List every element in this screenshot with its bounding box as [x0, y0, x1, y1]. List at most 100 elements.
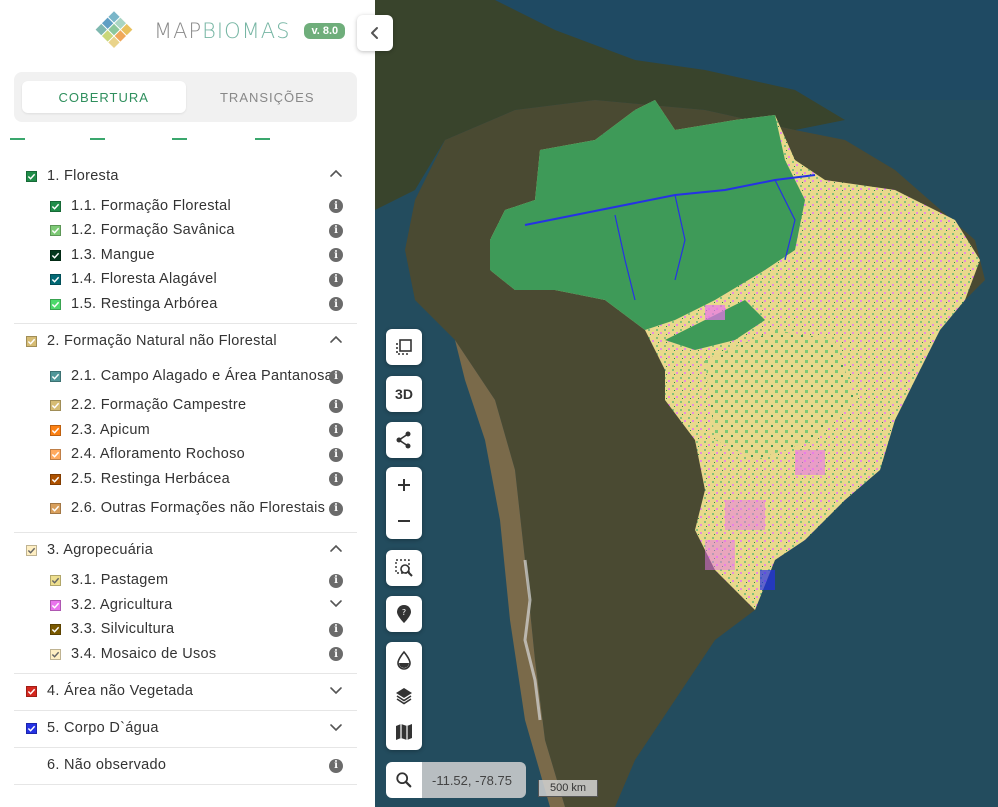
legend-item[interactable]: 3.4. Mosaico de Usos i [14, 642, 357, 667]
chevron-up-icon[interactable] [329, 167, 343, 185]
tab-transicoes[interactable]: TRANSIÇÕES [186, 81, 350, 113]
legend-item[interactable]: 3.1. Pastagem i [14, 569, 357, 594]
info-icon[interactable]: i [329, 573, 343, 588]
legend-group: 6. Não observado i [14, 748, 357, 785]
legend-group-header[interactable]: 4. Área não Vegetada [14, 674, 357, 710]
version-badge: v. 8.0 [304, 23, 346, 39]
info-icon[interactable]: i [329, 447, 343, 462]
legend-item-label: 1.3. Mangue [71, 246, 155, 263]
legend-group-label: 4. Área não Vegetada [47, 683, 194, 699]
legend-checkbox[interactable] [26, 723, 37, 734]
share-button[interactable] [386, 422, 422, 458]
info-icon[interactable]: i [329, 622, 343, 637]
legend-checkbox[interactable] [50, 599, 61, 611]
legend-checkbox[interactable] [50, 648, 61, 660]
info-icon[interactable]: i [329, 223, 343, 238]
info-icon[interactable]: i [329, 758, 343, 773]
legend-checkbox[interactable] [26, 170, 37, 182]
info-icon[interactable]: i [329, 398, 343, 413]
legend-item[interactable]: 1.2. Formação Savânica i [14, 219, 357, 244]
legend-group-header[interactable]: 3. Agropecuária [14, 533, 357, 569]
legend-item[interactable]: 3.3. Silvicultura i [14, 618, 357, 643]
legend-checkbox[interactable] [50, 575, 61, 587]
legend-group-header[interactable]: 6. Não observado i [14, 748, 357, 784]
water-drop-icon [397, 650, 411, 670]
legend-item-label: 2.3. Apicum [71, 421, 151, 438]
layers-button[interactable] [386, 678, 422, 714]
info-icon[interactable]: i [329, 472, 343, 487]
legend-group-header[interactable]: 5. Corpo D`água [14, 711, 357, 747]
legend-item[interactable]: 1.5. Restinga Arbórea i [14, 292, 357, 317]
legend-item-label: 2.1. Campo Alagado e Área Pantanosa [71, 368, 334, 384]
zoom-out-button[interactable] [386, 503, 422, 539]
info-icon[interactable]: i [329, 423, 343, 438]
legend-item-label: 3.1. Pastagem [71, 572, 169, 589]
legend-item[interactable]: 2.3. Apicum i [14, 418, 357, 443]
info-icon[interactable]: i [329, 272, 343, 287]
legend-checkbox[interactable] [50, 449, 61, 461]
legend-checkbox[interactable] [50, 249, 61, 261]
search-coordinates-button[interactable] [386, 762, 422, 798]
legend-checkbox[interactable] [26, 686, 37, 697]
legend-item[interactable]: 1.3. Mangue i [14, 243, 357, 268]
layer-controls [386, 642, 422, 750]
legend-group-header[interactable]: 2. Formação Natural não Florestal [14, 324, 357, 360]
legend-group-label: 5. Corpo D`água [47, 720, 159, 736]
legend-checkbox[interactable] [50, 371, 61, 382]
legend-checkbox[interactable] [26, 336, 37, 347]
legend-item-label: 2.2. Formação Campestre [71, 397, 247, 414]
legend-item-label: 1.1. Formação Florestal [71, 197, 232, 214]
legend-item-label: 3.3. Silvicultura [71, 621, 175, 638]
legend-checkbox[interactable] [50, 200, 61, 212]
info-icon[interactable]: i [329, 501, 343, 516]
info-icon[interactable]: i [329, 647, 343, 662]
legend-checkbox[interactable] [50, 503, 61, 514]
legend-item[interactable]: 1.4. Floresta Alagável i [14, 268, 357, 293]
base-map-button[interactable] [386, 714, 422, 750]
opacity-button[interactable] [386, 642, 422, 678]
legend-checkbox[interactable] [50, 473, 61, 485]
legend-item[interactable]: 2.2. Formação Campestre i [14, 394, 357, 419]
chevron-down-icon[interactable] [329, 596, 343, 614]
legend-checkbox[interactable] [50, 624, 61, 636]
legend-list: 1. Floresta 1.1. Formação Florestal i 1.2. … [14, 158, 357, 785]
legend-checkbox[interactable] [50, 225, 61, 237]
indicator-dash [90, 138, 105, 140]
selection-tool-button[interactable] [386, 329, 422, 365]
chevron-down-icon[interactable] [329, 683, 343, 701]
chevron-up-icon[interactable] [329, 333, 343, 351]
legend-checkbox[interactable] [50, 298, 61, 310]
legend-checkbox[interactable] [26, 760, 37, 771]
legend-group-label: 1. Floresta [47, 167, 119, 184]
3d-view-button[interactable]: 3D [386, 376, 422, 412]
legend-checkbox[interactable] [50, 424, 61, 436]
zoom-to-area-button[interactable] [386, 550, 422, 586]
legend-item[interactable]: 3.2. Agricultura [14, 593, 357, 618]
legend-item[interactable]: 2.4. Afloramento Rochoso i [14, 443, 357, 468]
info-icon[interactable]: i [329, 248, 343, 263]
legend-group-header[interactable]: 1. Floresta [14, 158, 357, 194]
share-icon [396, 431, 411, 449]
legend-item[interactable]: 1.1. Formação Florestal i [14, 194, 357, 219]
info-icon[interactable]: i [329, 297, 343, 312]
brand-logo: MAPBIOMAS v. 8.0 [86, 10, 346, 52]
tab-cobertura[interactable]: COBERTURA [22, 81, 186, 113]
map-background [375, 0, 998, 807]
legend-item[interactable]: 2.1. Campo Alagado e Área Pantanosa i [14, 360, 357, 394]
map-canvas[interactable] [375, 0, 998, 807]
legend-item[interactable]: 2.6. Outras Formações não Florestais i [14, 492, 357, 526]
legend-checkbox[interactable] [50, 400, 61, 412]
info-icon[interactable]: i [329, 199, 343, 214]
zoom-controls [386, 467, 422, 539]
chevron-down-icon[interactable] [329, 720, 343, 738]
location-marker-button[interactable]: ? [386, 596, 422, 632]
zoom-in-button[interactable] [386, 467, 422, 503]
chevron-up-icon[interactable] [329, 542, 343, 560]
legend-item-label: 1.5. Restinga Arbórea [71, 295, 218, 312]
collapse-panel-button[interactable] [357, 15, 393, 51]
indicator-dash [255, 138, 270, 140]
info-icon[interactable]: i [329, 369, 343, 384]
legend-item[interactable]: 2.5. Restinga Herbácea i [14, 467, 357, 492]
legend-checkbox[interactable] [26, 545, 37, 556]
legend-checkbox[interactable] [50, 274, 61, 286]
